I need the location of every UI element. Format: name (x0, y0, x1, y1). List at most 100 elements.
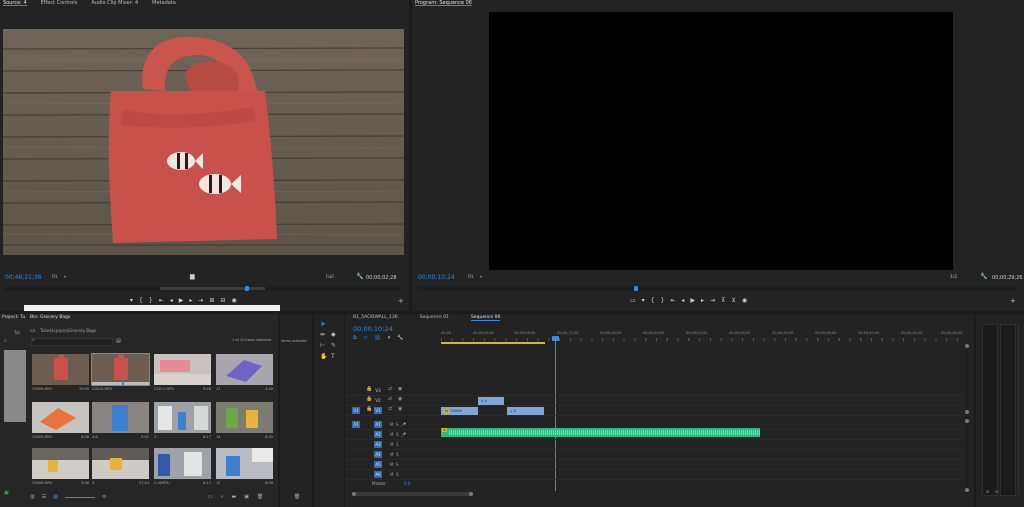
automate-icon[interactable]: ▭ (208, 494, 213, 500)
ripple-edit-tool-icon[interactable]: ◆ (331, 331, 336, 338)
eye-icon[interactable]: ◉ (398, 406, 402, 413)
master-track-value[interactable]: 0.0 (404, 481, 410, 486)
source-patch-a1[interactable]: A1 (352, 421, 360, 428)
list-item[interactable] (154, 448, 211, 479)
list-item[interactable] (32, 448, 89, 479)
source-mark-icon[interactable]: ▆ (190, 273, 195, 280)
source-timecode[interactable]: 00;46;21;36 (5, 274, 42, 281)
list-item[interactable] (32, 402, 89, 433)
eye-icon[interactable]: ◉ (398, 386, 402, 393)
sort-icon[interactable]: ≡ (102, 494, 106, 500)
overwrite-icon[interactable]: ⊟ (220, 297, 225, 304)
insert-icon[interactable]: ⊞ (209, 297, 214, 304)
track-label-a2[interactable]: A2 (374, 431, 382, 438)
project-search-icon[interactable]: ⌕ (4, 338, 7, 344)
step-back-icon[interactable]: ◂ (170, 297, 173, 304)
source-fit-select[interactable]: Fit (52, 275, 57, 280)
new-bin-icon[interactable]: ▤ (116, 338, 121, 344)
tab-bin-grocery-bags[interactable]: Bin: Grocery Bags (30, 315, 70, 320)
program-marker-icon[interactable]: ▭ (630, 297, 636, 304)
tab-audio-clip-mixer[interactable]: Audio Clip Mixer: 4 (91, 0, 138, 6)
track-label-v3[interactable]: V3 (374, 387, 382, 394)
tab-project[interactable]: Project: Tu (2, 315, 25, 320)
lock-track-icon[interactable]: 🔒 (366, 386, 372, 393)
program-wrench-icon[interactable]: 🔧 (980, 273, 987, 280)
panel-resize-highlight[interactable] (24, 305, 280, 311)
project-new-icon[interactable]: ▣ (4, 490, 9, 496)
eye-icon[interactable]: ◉ (398, 396, 402, 403)
tab-effect-controls[interactable]: Effect Controls (41, 0, 78, 6)
track-label-a3[interactable]: A3 (374, 441, 382, 448)
go-to-in-icon[interactable]: ⇤ (159, 297, 164, 304)
track-label-v1[interactable]: V1 (374, 407, 382, 414)
sync-lock-icon[interactable]: ⇄ (388, 396, 392, 403)
program-mark-out-icon[interactable]: } (661, 297, 665, 304)
program-step-forward-icon[interactable]: ▸ (701, 297, 704, 304)
tab-sequence-01[interactable]: Sequence 01 (420, 315, 449, 321)
tab-b1-sequence[interactable]: B1_5ACKIWALL_136 (353, 315, 398, 321)
source-add-button-icon[interactable]: + (398, 297, 404, 305)
timeline-timecode[interactable]: 00;00;10;24 (353, 325, 393, 333)
sync-lock-icon[interactable]: ⇄ (388, 406, 392, 413)
list-view-icon[interactable]: ☰ (42, 494, 46, 500)
info-trash-icon[interactable]: 🗑 (294, 494, 300, 500)
scroll-handle-icon[interactable] (965, 419, 969, 423)
play-icon[interactable]: ▶ (179, 297, 184, 304)
lock-track-icon[interactable]: 🔒 (366, 396, 372, 403)
program-playhead[interactable] (634, 286, 638, 291)
list-item[interactable] (32, 354, 89, 385)
hand-tool-icon[interactable]: ✋ (320, 353, 327, 360)
source-scrub-bar[interactable] (5, 286, 401, 291)
h-scroll-left-handle-icon[interactable] (352, 492, 356, 496)
linked-selection-icon[interactable]: ⛓ (374, 335, 380, 341)
program-mark-in-icon[interactable]: { (651, 297, 655, 304)
source-video-frame[interactable] (3, 29, 404, 255)
track-label-v2[interactable]: V2 (374, 397, 382, 404)
list-item[interactable] (91, 353, 150, 386)
timeline-horizontal-scroll[interactable] (354, 492, 472, 496)
program-export-frame-icon[interactable]: ◉ (742, 297, 747, 304)
scroll-handle-icon[interactable] (965, 344, 969, 348)
clip-v1-b[interactable]: ▫ 4 (507, 407, 544, 415)
razor-tool-icon[interactable]: ⊢ (320, 342, 325, 349)
work-area-bar[interactable] (441, 342, 545, 344)
clip-v2[interactable]: ▫ 4 (478, 397, 504, 405)
add-marker-tl-icon[interactable]: ▾ (388, 335, 391, 341)
timeline-settings-icon[interactable]: 🔧 (397, 335, 403, 341)
program-go-to-out-icon[interactable]: ⇥ (710, 297, 715, 304)
track-select-tool-icon[interactable]: ⇹ (320, 331, 325, 338)
project-thumb-grey[interactable] (4, 350, 26, 422)
lock-icon[interactable]: ▥ (30, 494, 35, 500)
step-forward-icon[interactable]: ▸ (189, 297, 192, 304)
list-item[interactable] (92, 448, 149, 479)
list-item[interactable] (154, 354, 211, 385)
mark-out-icon[interactable]: } (149, 297, 153, 304)
track-label-a4[interactable]: A4 (374, 451, 382, 458)
nest-icon[interactable]: ⧉ (353, 335, 357, 341)
list-item[interactable] (154, 402, 211, 433)
clip-v1-a[interactable]: fx C0009 (441, 407, 478, 415)
mark-in-icon[interactable]: { (139, 297, 143, 304)
program-step-back-icon[interactable]: ◂ (681, 297, 684, 304)
list-item[interactable] (92, 402, 149, 433)
track-label-a6[interactable]: A6 (374, 471, 382, 478)
new-item-icon[interactable]: ▣ (244, 494, 249, 500)
program-scale-select[interactable]: 1/2 (950, 275, 957, 280)
program-add-button-icon[interactable]: + (1010, 297, 1016, 305)
add-marker-icon[interactable]: ▾ (130, 297, 133, 304)
clip-a1-audio[interactable]: fx (441, 428, 760, 437)
program-go-to-in-icon[interactable]: ⇤ (670, 297, 675, 304)
zoom-slider[interactable] (64, 494, 95, 498)
list-item[interactable] (216, 354, 273, 385)
meter-solo-buttons[interactable]: ⊙ ⊙ (986, 489, 998, 494)
tab-sequence-06[interactable]: Sequence 06 (470, 315, 501, 321)
source-playhead[interactable] (245, 286, 249, 291)
timeline-playhead-head[interactable] (552, 336, 559, 341)
icon-view-icon[interactable]: ▦ (53, 494, 58, 500)
scroll-handle-icon[interactable] (965, 488, 969, 492)
go-to-out-icon[interactable]: ⇥ (198, 297, 203, 304)
track-label-a1[interactable]: A1 (374, 421, 382, 428)
tab-source[interactable]: Source: 4 (3, 0, 27, 6)
source-patch-v1[interactable]: V1 (352, 407, 360, 414)
scroll-handle-icon[interactable] (965, 410, 969, 414)
